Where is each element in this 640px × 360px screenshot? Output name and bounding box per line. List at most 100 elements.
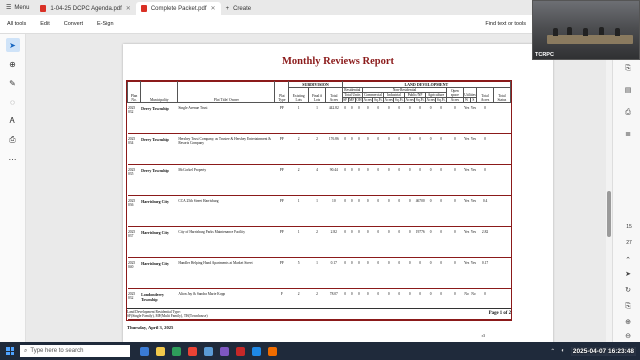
search-icon: ⌕ [24, 347, 28, 354]
attachment-icon[interactable]: ⎙ [623, 108, 633, 118]
edit-button[interactable]: Edit [33, 21, 56, 27]
network-icon[interactable]: ◐ [561, 348, 565, 354]
table-cell-total: 0 [476, 164, 494, 196]
col-total-acres: Total Acres [325, 87, 343, 103]
table-cell-acres: 10 [325, 195, 343, 227]
col-acres: Acres [362, 97, 374, 103]
all-tools-button[interactable]: All tools [0, 21, 33, 27]
report-table: Plan No. Municipality Plot Title/ Owner … [126, 80, 512, 321]
zoom-out-icon[interactable]: ⊖ [623, 332, 633, 342]
table-cell-plan: 2025 034 [127, 133, 141, 165]
table-cell-final: 1 [308, 257, 326, 289]
close-icon[interactable]: ✕ [211, 5, 216, 12]
col-acres: Acres [424, 97, 437, 103]
table-cell-i_ac: 0 [383, 102, 394, 134]
lasso-icon[interactable]: ◌ [6, 95, 20, 109]
col-acres: Acres [383, 97, 395, 103]
pen-icon[interactable]: ✎ [6, 76, 20, 90]
col-sqft: Sq.Ft. [372, 97, 385, 103]
search-placeholder: Type here to search [30, 348, 84, 354]
document-viewport[interactable]: Monthly Reviews Report Plan No. Municipa… [26, 34, 606, 342]
chevron-up-icon[interactable]: ⌃ [550, 348, 555, 355]
menu-label: Menu [14, 4, 30, 11]
table-cell-s: Yes [470, 195, 477, 227]
hdr-public-np: Public/NP [404, 92, 426, 98]
more-icon[interactable]: ⋯ [6, 152, 20, 166]
layers-icon[interactable]: ≣ [623, 130, 633, 140]
file-explorer-icon[interactable] [156, 346, 165, 356]
teams-icon[interactable] [220, 346, 229, 356]
table-cell-c_ac: 0 [362, 226, 373, 258]
taskbar-search-input[interactable]: ⌕ Type here to search [20, 345, 130, 357]
windows-start-icon[interactable] [6, 347, 14, 355]
table-cell-final: 4 [308, 164, 326, 196]
menu-button[interactable]: ☰ Menu [0, 0, 35, 15]
table-cell-oh: 0 [355, 226, 363, 258]
app-icon[interactable] [268, 346, 277, 356]
refresh-icon[interactable]: ↻ [623, 286, 633, 296]
pages-icon[interactable]: ▤ [623, 86, 633, 96]
clock[interactable]: 2025-04-07 16:23:48 [570, 346, 636, 356]
chevron-up-icon[interactable]: ⌃ [623, 256, 633, 266]
pdf-page: Monthly Reviews Report Plan No. Municipa… [123, 44, 553, 342]
zoom-icon[interactable]: ⊕ [6, 57, 20, 71]
table-cell-mf: 0 [348, 226, 356, 258]
edge-icon[interactable] [172, 346, 181, 356]
table-cell-oh: 0 [355, 133, 363, 165]
col-sqft: Sq.Ft. [414, 97, 426, 103]
table-cell-p_sf: 19776 [414, 226, 426, 258]
zoom-in-icon[interactable]: ⊕ [623, 318, 633, 328]
table-cell-existing: 1 [288, 195, 309, 227]
save-icon[interactable]: ⎘ [623, 302, 633, 312]
convert-button[interactable]: Convert [57, 21, 90, 27]
table-cell-w: Yes [463, 195, 470, 227]
find-text-button[interactable]: Find text or tools [478, 21, 532, 27]
select-cursor-icon[interactable]: ➤ [5, 38, 20, 52]
table-cell-os: 0 [446, 102, 464, 134]
col-owner: Plot Title/ Owner [177, 81, 276, 103]
select-arrow-icon[interactable]: ➤ [623, 270, 633, 280]
table-cell-os: 0 [446, 133, 464, 165]
table-cell-a_ac: 0 [425, 102, 436, 134]
esign-button[interactable]: E-Sign [90, 21, 121, 27]
task-view-icon[interactable] [140, 346, 149, 356]
tab-complete-packet[interactable]: Complete Packet.pdf ✕ [135, 2, 221, 15]
mail-icon[interactable] [204, 346, 213, 356]
table-cell-w: Yes [463, 133, 470, 165]
scrollbar-thumb[interactable] [607, 191, 611, 237]
person-silhouette [599, 27, 604, 35]
bookmark-icon[interactable]: ⎘ [623, 64, 633, 74]
table-cell-total: 0 [476, 102, 494, 134]
tab-create[interactable]: + Create [221, 2, 257, 15]
page-footer: Land Development Residential Type: SF(Si… [127, 308, 511, 338]
chrome-icon[interactable] [188, 346, 197, 356]
table-cell-c_sf: 0 [372, 102, 384, 134]
table-cell-existing: 2 [288, 133, 309, 165]
table-cell-owner: City of Harrisburg Parks Maintenance Fac… [177, 226, 275, 258]
table-cell-final: 1 [308, 102, 326, 134]
table-cell-i_sf: 0 [393, 133, 405, 165]
col-sqft: Sq.Ft. [393, 97, 405, 103]
table-cell-status [493, 102, 511, 134]
close-icon[interactable]: ✕ [126, 5, 131, 12]
table-cell-s: Yes [470, 133, 477, 165]
page-number: Page 1 of 2 [488, 311, 511, 316]
table-cell-os: 0 [446, 226, 464, 258]
table-cell-c_ac: 0 [362, 195, 373, 227]
col-plat-type: Plat Type [274, 81, 290, 103]
table-cell-p_ac: 0 [404, 226, 415, 258]
acrobat-icon[interactable] [236, 346, 245, 356]
table-cell-os: 0 [446, 257, 464, 289]
stamp-icon[interactable]: ⎙ [6, 133, 20, 147]
outlook-icon[interactable] [252, 346, 261, 356]
table-cell-final: 2 [308, 133, 326, 165]
app-toolbar: All tools Edit Convert E-Sign Find text … [0, 15, 532, 34]
left-tool-rail: ➤ ⊕ ✎ ◌ Ꭺ ⎙ ⋯ [0, 34, 26, 342]
table-cell-existing: 2 [288, 164, 309, 196]
table-cell-s: Yes [470, 164, 477, 196]
text-icon[interactable]: Ꭺ [6, 114, 20, 128]
table-row: 2025 037 Harrisburg City City of Harrisbur… [127, 226, 511, 258]
tab-agenda[interactable]: 1-04-25 DCPC Agenda.pdf ✕ [35, 2, 135, 15]
table-cell-oh: 0 [355, 257, 363, 289]
table-cell-c_sf: 0 [372, 133, 384, 165]
